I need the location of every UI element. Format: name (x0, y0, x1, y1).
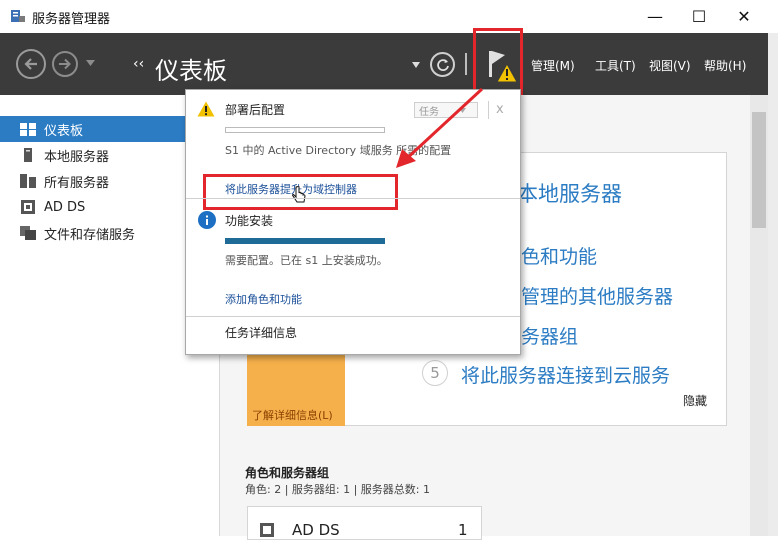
sidebar-item-label: 文件和存储服务 (44, 227, 136, 243)
page-title: 仪表板 (155, 57, 227, 85)
post-deploy-progress (225, 127, 385, 133)
notification-separator (186, 316, 520, 317)
history-dropdown-icon[interactable] (86, 60, 95, 66)
sidebar-item-label: 所有服务器 (44, 175, 110, 191)
roles-summary: 角色: 2 | 服务器组: 1 | 服务器总数: 1 (245, 483, 431, 496)
learn-more-link[interactable]: 了解详细信息(L) (252, 407, 333, 423)
feature-install-title: 功能安装 (225, 214, 274, 228)
roles-section-title: 角色和服务器组 (245, 466, 330, 480)
menu-manage[interactable]: 管理(M) (531, 57, 575, 74)
quick-start-add-servers[interactable]: 管理的其他服务器 (521, 282, 673, 309)
info-icon (198, 211, 216, 229)
sidebar-item-label: 本地服务器 (44, 149, 110, 165)
quick-start-add-roles[interactable]: 色和功能 (521, 242, 597, 269)
role-tile-label: AD DS (292, 521, 340, 539)
storage-icon (20, 226, 36, 240)
ad-ds-icon (260, 523, 274, 537)
dashboard-icon (20, 122, 36, 136)
maximize-button[interactable]: ☐ (676, 0, 722, 33)
post-deploy-title: 部署后配置 (225, 103, 286, 117)
scrollbar-thumb[interactable] (752, 112, 766, 228)
window-title: 服务器管理器 (32, 12, 111, 27)
breadcrumb-chevron-icon: ‹‹ (133, 56, 145, 72)
warning-icon (197, 101, 215, 117)
server-icon (20, 148, 36, 162)
server-manager-icon (11, 10, 25, 22)
quick-start-connect-cloud[interactable]: 将此服务器连接到云服务 (461, 361, 670, 388)
refresh-button[interactable] (430, 52, 455, 77)
refresh-icon (436, 58, 449, 71)
sidebar-item-label: AD DS (44, 199, 86, 215)
dropdown-arrow-icon[interactable] (412, 62, 420, 68)
forward-button[interactable] (52, 51, 78, 77)
back-button[interactable] (16, 49, 46, 79)
step-number-badge: 5 (422, 360, 448, 386)
back-arrow-icon (24, 58, 37, 70)
feature-install-description: 需要配置。已在 s1 上安装成功。 (225, 254, 388, 267)
notification-separator (186, 198, 520, 199)
hand-cursor-icon (292, 186, 306, 203)
quick-start-configure-local-server[interactable]: 本地服务器 (517, 178, 622, 208)
close-button[interactable]: ✕ (721, 0, 767, 33)
role-tile-count: 1 (458, 521, 468, 539)
forward-arrow-icon (59, 58, 71, 70)
feature-install-progress (225, 238, 385, 244)
header-separator (465, 53, 467, 75)
annotation-arrow-icon (396, 87, 484, 168)
menu-view[interactable]: 视图(V) (649, 57, 691, 74)
sidebar-item-label: 仪表板 (44, 123, 84, 139)
menu-help[interactable]: 帮助(H) (704, 57, 746, 74)
window-edge (768, 33, 778, 536)
ad-ds-icon (20, 200, 36, 214)
close-notification-icon[interactable]: x (496, 102, 504, 117)
hide-link[interactable]: 隐藏 (683, 392, 707, 409)
role-tile-ad-ds[interactable]: AD DS 1 (247, 506, 482, 540)
menu-tools[interactable]: 工具(T) (595, 57, 636, 74)
task-details-link[interactable]: 任务详细信息 (225, 324, 297, 341)
servers-icon (20, 174, 36, 188)
quick-start-create-group[interactable]: 务器组 (521, 322, 578, 349)
minimize-button[interactable]: — (632, 0, 678, 33)
add-roles-features-link[interactable]: 添加角色和功能 (225, 291, 302, 307)
